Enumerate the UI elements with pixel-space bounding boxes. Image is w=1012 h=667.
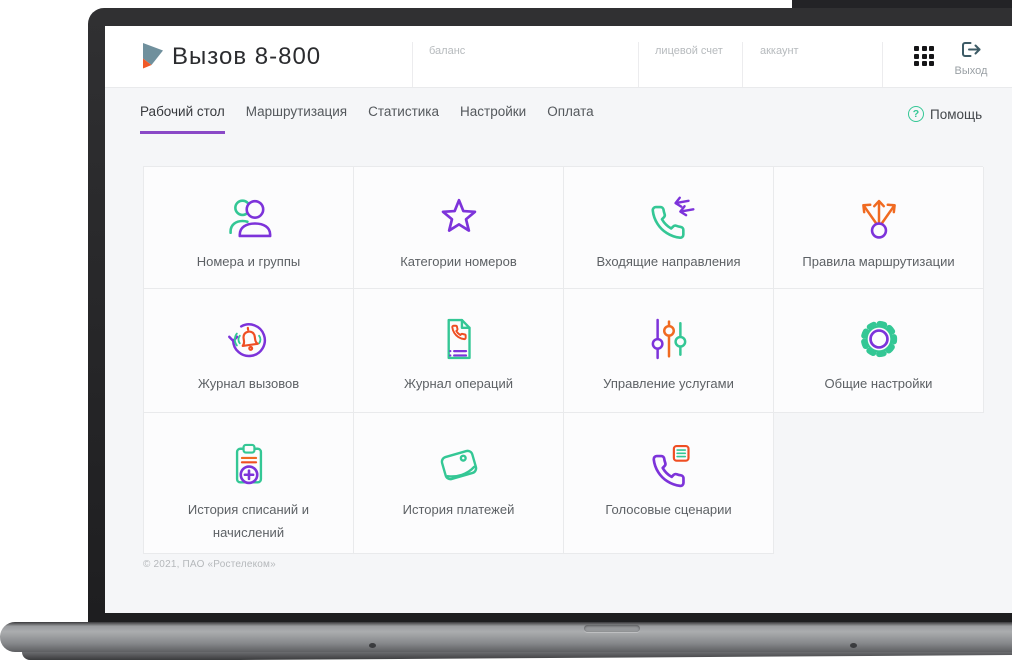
card-incoming-directions[interactable]: Входящие направления xyxy=(564,167,774,289)
card-voice-scenarios[interactable]: Голосовые сценарии xyxy=(564,413,774,554)
laptop-screen-bezel: Вызов 8-800 баланс лицевой счет аккаунт xyxy=(88,8,1012,622)
card-numbers-and-groups[interactable]: Номера и группы xyxy=(144,167,354,289)
laptop-lid-notch xyxy=(584,625,640,632)
help-question-icon xyxy=(908,106,924,122)
app-body: Рабочий стол Маршрутизация Статистика На… xyxy=(105,88,1012,613)
divider xyxy=(742,42,743,87)
phone-document-icon xyxy=(433,311,485,367)
account-field-label: аккаунт xyxy=(760,45,799,57)
card-charges-history[interactable]: История списаний и начислений xyxy=(144,413,354,554)
tab-routing[interactable]: Маршрутизация xyxy=(246,104,347,134)
card-label: Журнал операций xyxy=(404,376,513,391)
tab-desktop[interactable]: Рабочий стол xyxy=(140,104,225,134)
copyright-text: © 2021, ПАО «Ростелеком» xyxy=(143,559,276,570)
laptop-mockup: Вызов 8-800 баланс лицевой счет аккаунт xyxy=(0,0,1012,667)
card-label: История списаний и начислений xyxy=(187,502,310,541)
card-number-categories[interactable]: Категории номеров xyxy=(354,167,564,289)
tab-statistics[interactable]: Статистика xyxy=(368,104,439,134)
card-label: Категории номеров xyxy=(400,254,517,269)
tab-payment[interactable]: Оплата xyxy=(547,104,593,134)
app-title: Вызов 8-800 xyxy=(172,43,322,70)
card-label: Правила маршрутизации xyxy=(802,254,955,269)
card-routing-rules[interactable]: Правила маршрутизации xyxy=(774,167,984,289)
logout-icon xyxy=(962,42,981,57)
help-label: Помощь xyxy=(930,106,983,122)
divider xyxy=(638,42,639,87)
clipboard-plus-icon xyxy=(223,437,275,493)
card-label: Общие настройки xyxy=(824,376,933,391)
app-window: Вызов 8-800 баланс лицевой счет аккаунт xyxy=(105,26,1012,613)
help-link[interactable]: Помощь xyxy=(908,106,982,122)
card-services-management[interactable]: Управление услугами xyxy=(564,289,774,413)
app-header: Вызов 8-800 баланс лицевой счет аккаунт xyxy=(105,26,1012,88)
phone-script-icon xyxy=(643,437,695,493)
card-label: Входящие направления xyxy=(596,254,741,269)
laptop-base xyxy=(0,622,1012,652)
gear-icon xyxy=(853,311,905,367)
divider xyxy=(882,42,883,87)
logout-label: Выход xyxy=(954,65,988,77)
card-general-settings[interactable]: Общие настройки xyxy=(774,289,984,413)
laptop-base-dot xyxy=(850,643,857,648)
phone-incoming-icon xyxy=(643,189,695,245)
card-label: Голосовые сценарии xyxy=(605,502,732,517)
sliders-icon xyxy=(643,311,695,367)
card-label: История платежей xyxy=(402,502,515,517)
card-payments-history[interactable]: История платежей xyxy=(354,413,564,554)
wallet-icon xyxy=(433,437,485,493)
tab-settings[interactable]: Настройки xyxy=(460,104,526,134)
card-label: Управление услугами xyxy=(603,376,734,391)
divider xyxy=(412,42,413,87)
brand-logo-icon xyxy=(143,43,163,69)
card-label: Журнал вызовов xyxy=(197,376,300,391)
apps-grid-icon[interactable] xyxy=(914,46,936,68)
personal-account-field-label: лицевой счет xyxy=(655,45,723,57)
dashboard-grid: Номера и группы Категории номеров Входящ… xyxy=(143,166,984,554)
main-nav-tabs: Рабочий стол Маршрутизация Статистика На… xyxy=(140,104,594,134)
card-label: Номера и группы xyxy=(196,254,301,269)
laptop-base-edge xyxy=(22,652,1012,660)
card-call-log[interactable]: Журнал вызовов xyxy=(144,289,354,413)
logout-button[interactable]: Выход xyxy=(941,41,1001,77)
bell-redial-icon xyxy=(223,311,275,367)
grid-cell-empty xyxy=(774,413,984,554)
card-operations-log[interactable]: Журнал операций xyxy=(354,289,564,413)
users-icon xyxy=(223,189,275,245)
route-split-icon xyxy=(853,189,905,245)
balance-field-label: баланс xyxy=(429,45,466,57)
star-icon xyxy=(433,189,485,245)
laptop-base-dot xyxy=(369,643,376,648)
